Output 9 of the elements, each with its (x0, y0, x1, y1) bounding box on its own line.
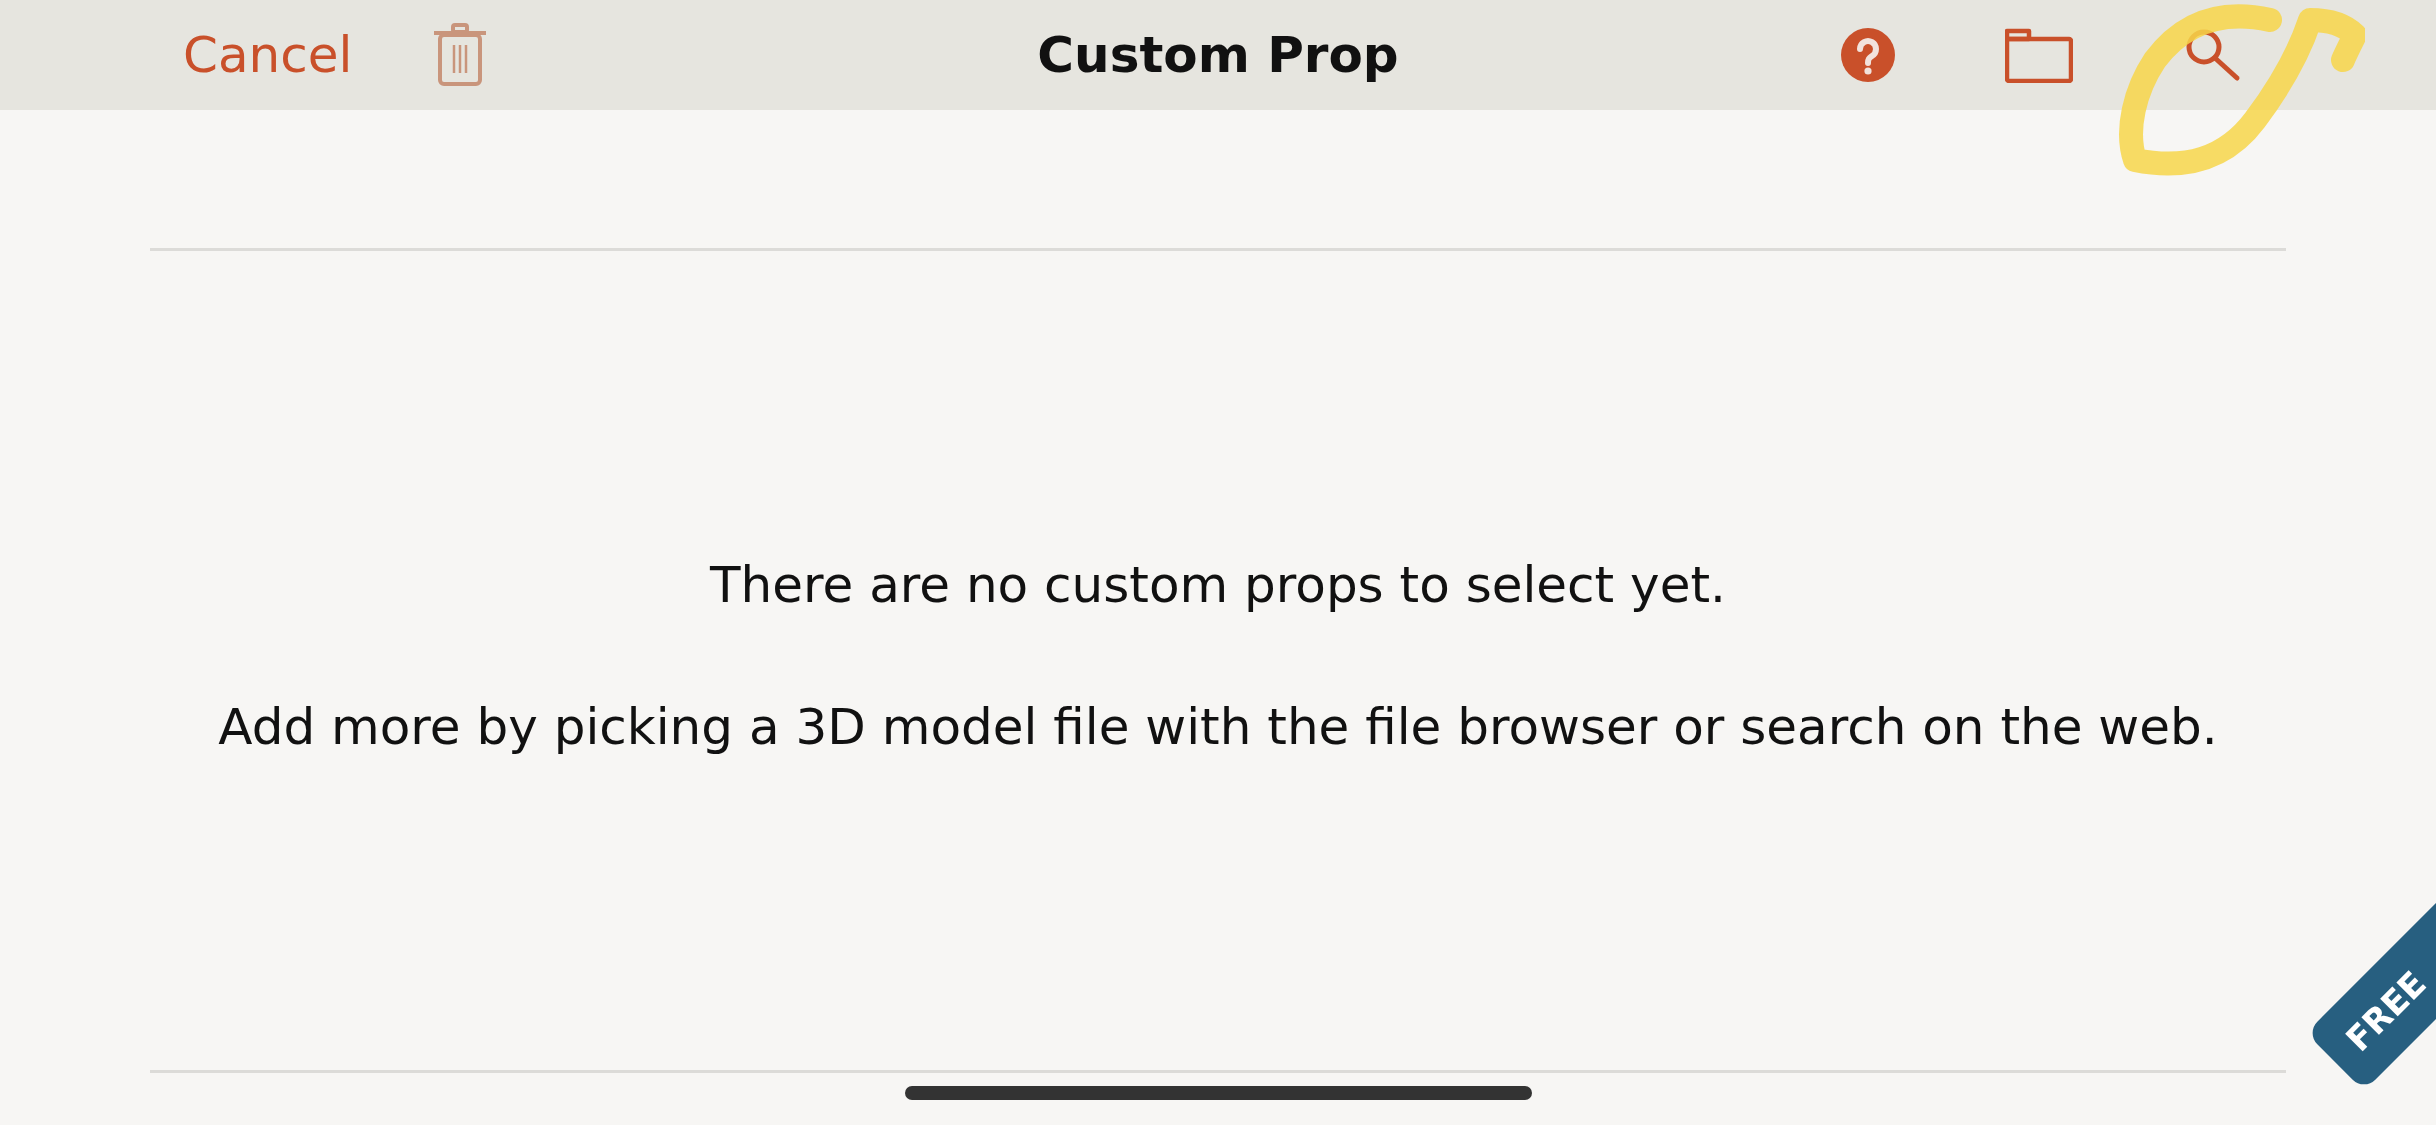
cancel-button[interactable]: Cancel (183, 26, 353, 84)
screen-title: Custom Prop (1037, 26, 1399, 84)
hint-text: Add more by picking a 3D model file with the file browser or search on the web. (218, 698, 2218, 756)
help-button[interactable] (1841, 28, 1895, 82)
help-icon (1841, 28, 1895, 82)
trash-icon (432, 23, 489, 87)
folder-icon (2005, 27, 2073, 83)
folder-button[interactable] (2005, 27, 2073, 83)
empty-message: There are no custom props to select yet. (710, 556, 1726, 614)
